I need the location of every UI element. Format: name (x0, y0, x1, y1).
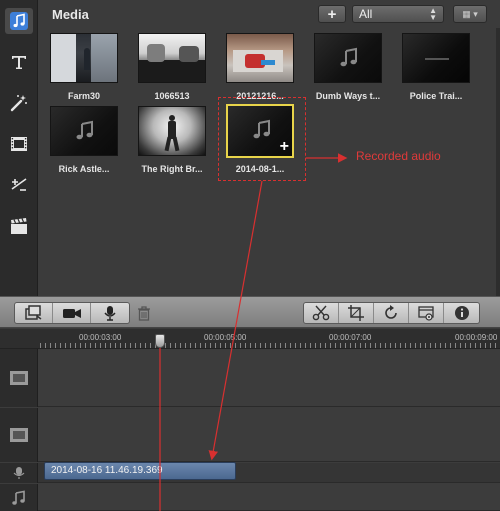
timeline-toolbar (0, 296, 500, 328)
music-tool-button[interactable] (5, 8, 33, 34)
clip-thumbnail (50, 33, 118, 83)
trash-icon (138, 306, 150, 321)
music-icon (10, 12, 28, 30)
music-track-header (0, 484, 38, 511)
media-clip[interactable]: Police Trai... (396, 33, 476, 101)
text-tool-button[interactable] (5, 49, 33, 75)
microphone-icon (13, 467, 24, 479)
clip-label: Farm30 (67, 91, 101, 101)
plus-icon: + (327, 5, 337, 23)
clapperboard-icon (11, 218, 27, 234)
annotation-label: Recorded audio (356, 149, 441, 163)
adjustments-button[interactable] (409, 303, 444, 323)
text-icon (12, 56, 26, 69)
settings-panel-icon (418, 306, 434, 321)
ruler-tick-label: 00:00:07:00 (329, 333, 372, 342)
ruler-tick-label: 00:00:05:00 (204, 333, 247, 342)
capture-button-group (14, 302, 130, 324)
transition-tool-button[interactable] (5, 172, 33, 198)
overlay-track-header (0, 408, 38, 462)
import-from-camera-button[interactable] (15, 303, 53, 323)
music-note-icon (76, 120, 93, 140)
rotate-icon (385, 305, 397, 319)
music-note-icon (340, 47, 357, 67)
media-clip[interactable]: Dumb Ways t... (308, 33, 388, 101)
media-filter-select[interactable]: All ▲ ▼ (352, 5, 444, 23)
clip-label: Police Trai... (409, 91, 463, 101)
effects-tool-button[interactable] (5, 90, 33, 116)
timeline-ruler[interactable]: 00:00:03:00 00:00:05:00 00:00:07:00 00:0… (0, 329, 500, 349)
video-track-header (0, 349, 38, 407)
clip-thumbnail (50, 106, 118, 156)
camera-import-icon (24, 305, 41, 320)
media-clip[interactable]: The Right Br... (132, 106, 212, 174)
media-scrollbar[interactable] (496, 28, 500, 296)
media-clip[interactable]: Rick Astle... (44, 106, 124, 174)
magic-wand-icon (10, 95, 27, 112)
clip-label: The Right Br... (141, 164, 203, 174)
voice-track-header (0, 463, 38, 483)
clip-label: 1066513 (154, 91, 190, 101)
select-arrows-icon: ▲ ▼ (429, 6, 437, 22)
tool-rail (0, 0, 38, 296)
crop-button[interactable] (339, 303, 374, 323)
timeline-audio-clip[interactable]: 2014-08-16 11.46.19.369 (44, 462, 236, 480)
timeline-tracks (0, 349, 500, 511)
scissors-icon (312, 305, 330, 321)
music-track[interactable] (38, 484, 500, 511)
overlay-track[interactable] (38, 408, 500, 462)
edit-button-group (303, 302, 480, 324)
media-filter-value: All (359, 7, 373, 21)
view-options-button[interactable]: ▦ ▾ (453, 5, 487, 23)
delete-button[interactable] (128, 302, 160, 324)
filmstrip-tool-button[interactable] (5, 131, 33, 157)
crop-icon (348, 305, 364, 321)
filmstrip-icon (9, 428, 28, 442)
record-video-button[interactable] (53, 303, 91, 323)
info-button[interactable] (444, 303, 479, 323)
ruler-tick-label: 00:00:03:00 (79, 333, 122, 342)
filmstrip-icon (9, 371, 28, 385)
media-panel-title: Media (52, 7, 89, 22)
split-button[interactable] (304, 303, 339, 323)
grid-view-icon: ▦ ▾ (462, 8, 478, 19)
transition-icon (11, 178, 27, 191)
clip-thumbnail (314, 33, 382, 83)
ruler-ticks (40, 343, 500, 348)
media-clip[interactable]: Farm30 (44, 33, 124, 101)
clip-label: Rick Astle... (58, 164, 110, 174)
video-track[interactable] (38, 349, 500, 407)
annotation-highlight-box (218, 97, 306, 181)
playhead-handle[interactable] (155, 334, 165, 348)
titles-tool-button[interactable] (5, 213, 33, 239)
clip-thumbnail (138, 106, 206, 156)
video-camera-icon (62, 309, 81, 318)
filmstrip-icon (11, 137, 27, 151)
music-note-icon (11, 490, 25, 505)
microphone-icon (104, 306, 116, 321)
media-clip[interactable]: 1066513 (132, 33, 212, 101)
clip-thumbnail (402, 33, 470, 83)
add-media-button[interactable]: + (318, 5, 346, 23)
clip-thumbnail (226, 33, 294, 83)
media-clip[interactable]: 20121216... (220, 33, 300, 101)
clip-thumbnail (138, 33, 206, 83)
info-icon (454, 306, 469, 320)
record-audio-button[interactable] (91, 303, 129, 323)
clip-label: Dumb Ways t... (315, 91, 381, 101)
ruler-tick-label: 00:00:09:00 (455, 333, 498, 342)
rotate-button[interactable] (374, 303, 409, 323)
